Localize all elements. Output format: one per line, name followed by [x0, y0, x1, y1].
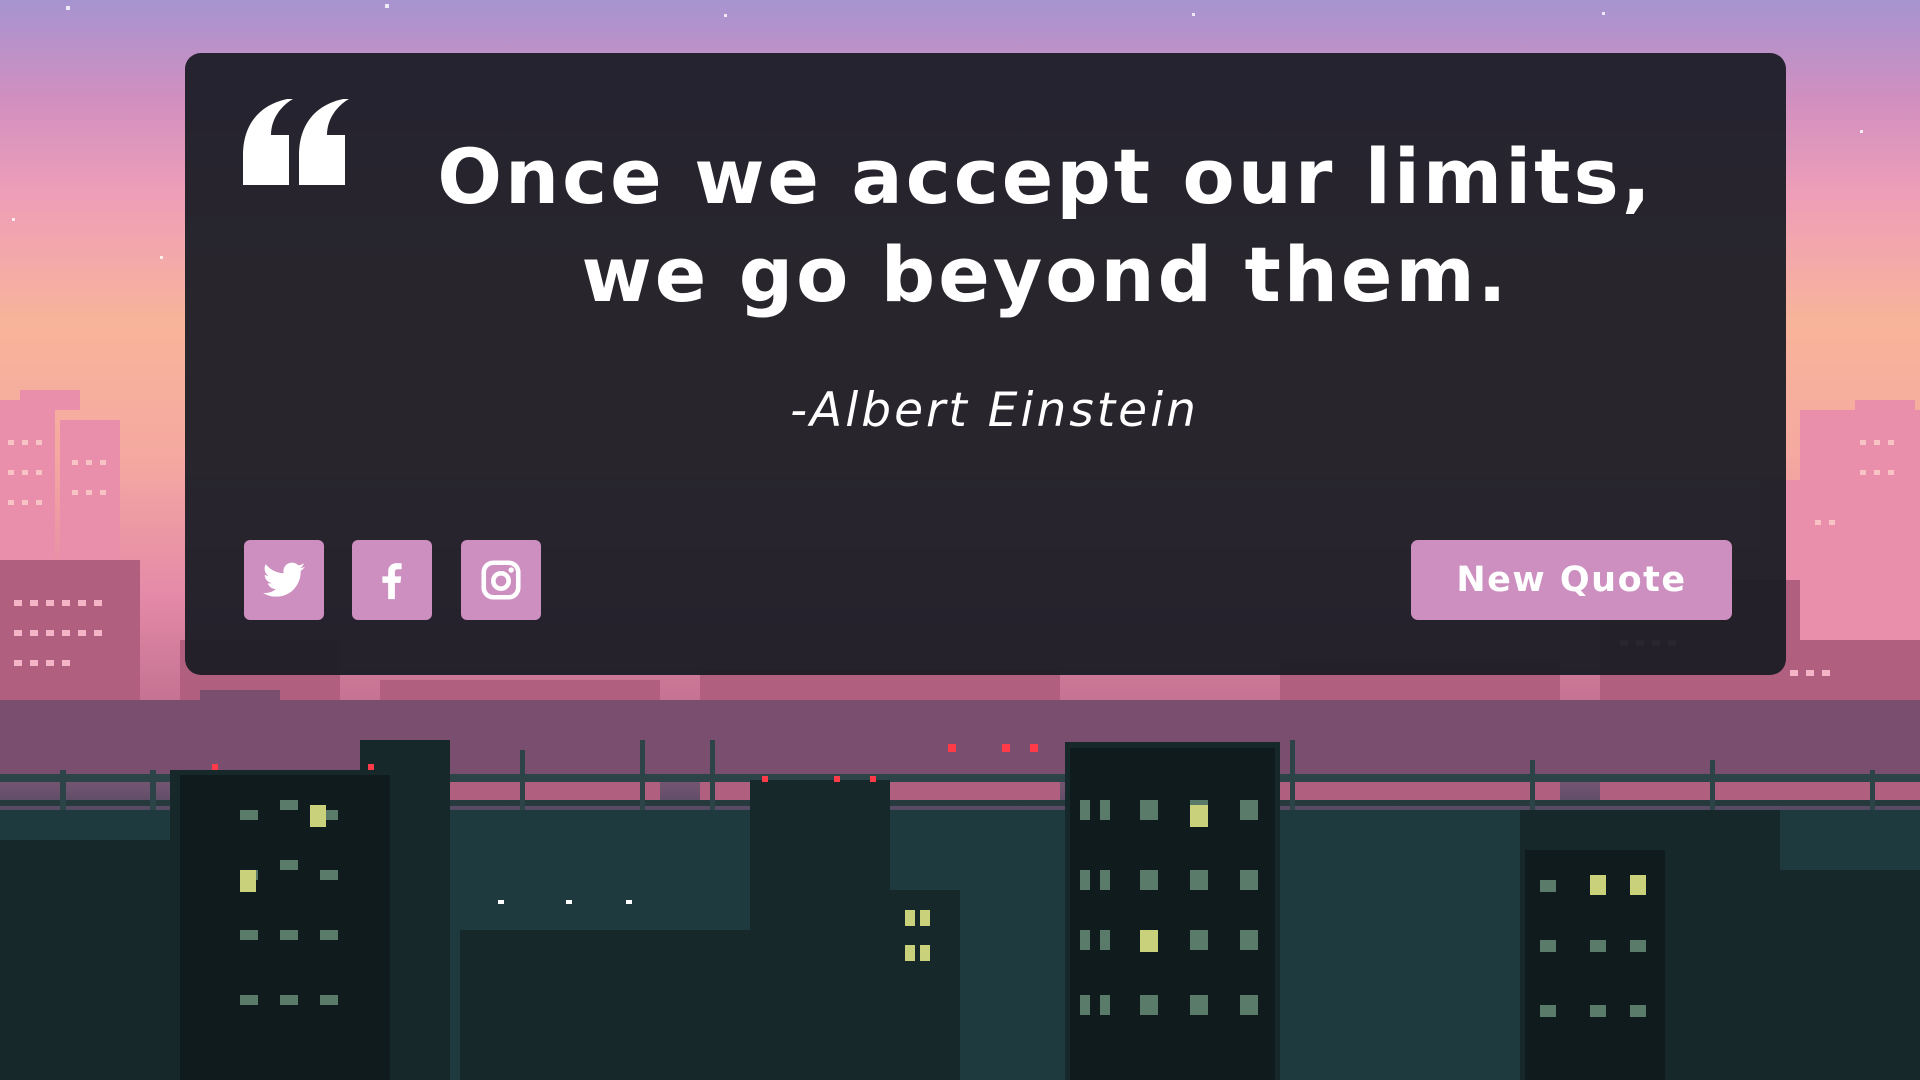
quote-left-icon — [243, 99, 349, 185]
instagram-share-button[interactable] — [461, 540, 541, 620]
quote-author: -Albert Einstein — [790, 383, 1199, 438]
quote-text: Once we accept our limits, we go beyond … — [437, 132, 1654, 319]
app-background: Once we accept our limits, we go beyond … — [0, 0, 1920, 1080]
instagram-icon — [481, 560, 521, 600]
new-quote-button[interactable]: New Quote — [1411, 540, 1732, 620]
facebook-icon — [382, 563, 402, 600]
facebook-share-button[interactable] — [352, 540, 432, 620]
quote-card: Once we accept our limits, we go beyond … — [185, 53, 1786, 675]
twitter-share-button[interactable] — [244, 540, 324, 620]
twitter-icon — [262, 562, 306, 597]
